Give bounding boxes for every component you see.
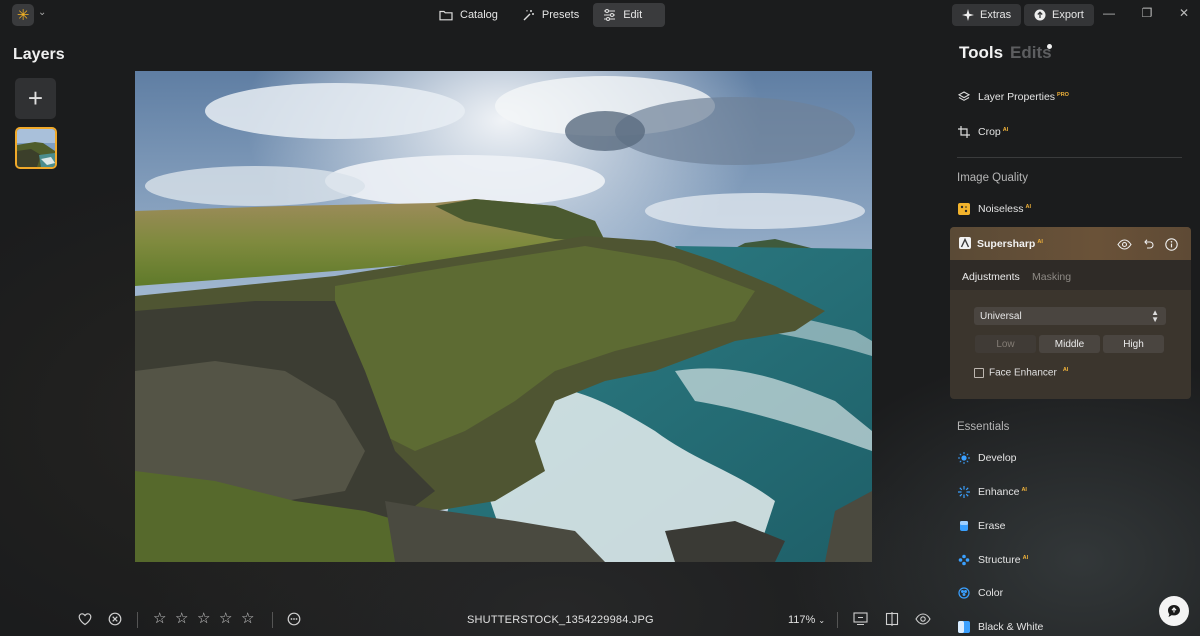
tool-crop[interactable]: Crop AI <box>958 126 1008 138</box>
sparkle-icon <box>962 9 974 21</box>
sparkle-icon <box>958 486 970 498</box>
supersharp-title: Supersharp AI <box>977 238 1043 250</box>
tab-tools[interactable]: Tools <box>959 43 1003 63</box>
zoom-value: 117% <box>788 614 816 626</box>
export-icon <box>1034 9 1046 21</box>
tool-noiseless[interactable]: Noiseless AI <box>958 203 1031 215</box>
info-icon[interactable] <box>1163 236 1179 252</box>
edits-indicator-dot <box>1047 44 1052 49</box>
divider <box>137 612 138 628</box>
star-2-icon[interactable]: ☆ <box>175 611 188 627</box>
subtab-adjustments[interactable]: Adjustments <box>962 271 1020 283</box>
plus-icon: + <box>27 83 44 113</box>
app-logo-icon[interactable]: ✳ <box>12 4 34 26</box>
extras-button[interactable]: Extras <box>952 4 1022 26</box>
chevron-down-icon[interactable]: ⌄ <box>38 7 46 18</box>
zoom-level[interactable]: 117% ⌄ <box>788 614 825 626</box>
chat-icon <box>1168 605 1180 617</box>
tool-label: Develop <box>978 452 1017 464</box>
visibility-eye-icon[interactable] <box>1116 236 1132 252</box>
supersharp-panel: Supersharp AI Adjustments Masking Univers… <box>950 227 1191 399</box>
layers-icon <box>958 91 970 103</box>
eraser-icon <box>958 520 970 532</box>
add-layer-button[interactable]: + <box>15 78 56 119</box>
level-low-button[interactable]: Low <box>975 335 1036 353</box>
tool-label: Crop AI <box>978 126 1009 138</box>
nav-presets-label: Presets <box>541 9 580 21</box>
star-4-icon[interactable]: ☆ <box>219 611 232 627</box>
noiseless-icon <box>958 203 970 215</box>
divider <box>272 612 273 628</box>
select-arrows-icon: ▲ ▼ <box>1151 308 1159 324</box>
tool-black-white[interactable]: Black & White <box>958 621 1043 633</box>
reset-undo-icon[interactable] <box>1140 236 1156 252</box>
tool-color[interactable]: Color <box>958 587 1003 599</box>
export-label: Export <box>1052 9 1084 21</box>
level-middle-button[interactable]: Middle <box>1039 335 1100 353</box>
layer-thumbnail-image <box>17 129 55 167</box>
divider <box>837 612 838 628</box>
fit-screen-icon[interactable] <box>853 612 868 626</box>
chevron-down-icon: ⌄ <box>818 616 826 625</box>
tool-develop[interactable]: Develop <box>958 452 1017 464</box>
extras-label: Extras <box>980 9 1012 21</box>
main-photo[interactable] <box>135 71 872 562</box>
layer-thumbnail[interactable] <box>15 127 57 169</box>
magic-wand-icon <box>523 9 534 20</box>
tool-label: Enhance AI <box>978 486 1027 498</box>
tool-erase[interactable]: Erase <box>958 520 1005 532</box>
tool-label: Structure AI <box>978 554 1029 566</box>
tab-edits[interactable]: Edits <box>1010 43 1052 63</box>
close-icon[interactable]: ✕ <box>1174 6 1194 20</box>
level-high-button[interactable]: High <box>1103 335 1164 353</box>
mode-select-value: Universal <box>980 310 1022 322</box>
subtab-masking[interactable]: Masking <box>1032 271 1071 283</box>
bw-icon <box>958 621 970 633</box>
tool-label: Erase <box>978 520 1006 532</box>
file-name: SHUTTERSTOCK_1354229984.JPG <box>467 614 654 626</box>
star-1-icon[interactable]: ☆ <box>153 611 166 627</box>
section-divider <box>957 157 1182 158</box>
sliders-icon <box>604 9 616 21</box>
export-button[interactable]: Export <box>1024 4 1094 26</box>
layers-title: Layers <box>13 46 65 63</box>
tool-label: Color <box>978 587 1004 599</box>
preview-eye-icon[interactable] <box>915 612 931 626</box>
restore-icon[interactable]: ❐ <box>1137 6 1157 20</box>
nav-edit[interactable]: Edit <box>593 3 666 27</box>
folder-icon <box>439 10 453 21</box>
structure-icon <box>958 554 970 566</box>
face-enhancer-checkbox[interactable] <box>974 368 984 378</box>
mode-select[interactable]: Universal ▲ ▼ <box>974 307 1166 325</box>
heart-icon[interactable] <box>78 612 92 626</box>
supersharp-icon <box>959 237 971 249</box>
essentials-title: Essentials <box>957 421 1010 433</box>
compare-icon[interactable] <box>885 612 899 626</box>
image-quality-title: Image Quality <box>957 172 1028 184</box>
tool-layer-properties[interactable]: Layer Properties PRO <box>958 91 1069 103</box>
nav-edit-label: Edit <box>623 9 643 21</box>
landscape-image <box>135 71 872 562</box>
color-icon <box>958 587 970 599</box>
nav-presets[interactable]: Presets <box>512 3 589 27</box>
main-nav: Catalog Presets Edit <box>429 3 666 27</box>
crop-icon <box>958 126 970 138</box>
face-enhancer-label: Face Enhancer AI <box>989 367 1069 379</box>
minimize-icon[interactable]: — <box>1099 6 1119 20</box>
tool-structure[interactable]: Structure AI <box>958 554 1028 566</box>
sun-icon <box>958 452 970 464</box>
tool-label: Layer Properties PRO <box>978 91 1069 103</box>
tool-label: Noiseless AI <box>978 203 1032 215</box>
tool-enhance[interactable]: Enhance AI <box>958 486 1027 498</box>
star-3-icon[interactable]: ☆ <box>197 611 210 627</box>
chat-support-button[interactable] <box>1159 596 1189 626</box>
nav-catalog-label: Catalog <box>460 9 498 21</box>
star-5-icon[interactable]: ☆ <box>241 611 254 627</box>
nav-catalog[interactable]: Catalog <box>429 3 508 27</box>
more-options-icon[interactable] <box>287 612 301 626</box>
reject-icon[interactable] <box>108 612 122 626</box>
tool-label: Black & White <box>978 621 1044 633</box>
top-bar: ✳ ⌄ Catalog Presets Edit Extras Export —… <box>0 0 1200 30</box>
